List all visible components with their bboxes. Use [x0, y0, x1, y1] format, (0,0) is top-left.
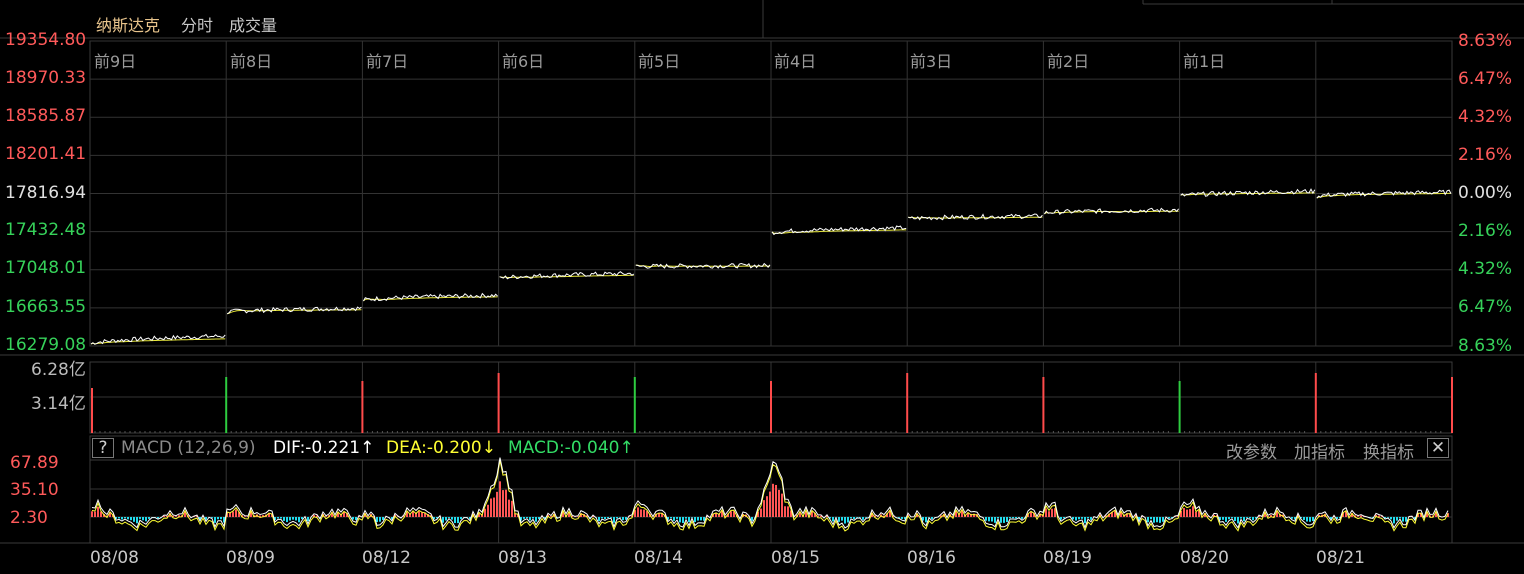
chart-canvas	[0, 0, 1524, 544]
price-tick: 16663.55	[5, 297, 87, 317]
day-label: 前3日	[910, 52, 953, 71]
volume-tick: 3.14亿	[31, 394, 86, 414]
macd-title: MACD (12,26,9)	[121, 438, 256, 458]
macd-chart	[91, 457, 1449, 532]
percent-tick: 2.16%	[1458, 221, 1513, 241]
day-label: 前5日	[638, 52, 681, 71]
date-label: 08/09	[226, 548, 275, 568]
day-label: 前7日	[366, 52, 409, 71]
price-tick: 16279.08	[5, 335, 87, 355]
price-tick: 17048.01	[5, 258, 87, 278]
day-label: 前8日	[230, 52, 273, 71]
date-label: 08/14	[634, 548, 683, 568]
percent-tick: 6.47%	[1458, 69, 1513, 89]
price-axis-left: 19354.80 18970.33 18585.87 18201.41 1781…	[0, 0, 88, 360]
macd-toolbar: ? MACD (12,26,9) DIF:-0.221↑ DEA:-0.200↓…	[90, 436, 1452, 463]
day-label: 前9日	[94, 52, 137, 71]
percent-tick: 4.32%	[1458, 259, 1513, 279]
percent-tick: 8.63%	[1458, 31, 1513, 51]
price-tick: 18585.87	[5, 106, 87, 126]
date-label: 08/08	[90, 548, 139, 568]
day-label: 前6日	[502, 52, 545, 71]
day-label: 前4日	[774, 52, 817, 71]
change-params-button[interactable]: 改参数	[1226, 438, 1277, 463]
date-label: 08/12	[362, 548, 411, 568]
date-label: 08/13	[498, 548, 547, 568]
price-tick: 18201.41	[5, 144, 87, 164]
dif-value: DIF:-0.221↑	[273, 438, 375, 458]
day-label: 前1日	[1183, 52, 1226, 71]
day-label: 前2日	[1047, 52, 1090, 71]
percent-tick: 6.47%	[1458, 297, 1513, 317]
volume-axis: 6.28亿 3.14亿	[0, 355, 90, 435]
macd-tick: 35.10	[10, 480, 59, 500]
price-line	[908, 213, 1043, 221]
percent-tick: 2.16%	[1458, 145, 1513, 165]
macd-tick: 67.89	[10, 453, 59, 473]
switch-indicator-button[interactable]: 换指标	[1363, 438, 1414, 463]
date-label: 08/19	[1043, 548, 1092, 568]
macd-value: MACD:-0.040↑	[508, 438, 634, 458]
percent-tick: 8.63%	[1458, 336, 1513, 356]
close-icon[interactable]: ✕	[1427, 438, 1449, 458]
volume-chart	[91, 373, 1453, 433]
price-tick: 19354.80	[5, 30, 87, 50]
macd-axis: 67.89 35.10 2.30	[0, 450, 90, 530]
avg-line	[363, 296, 498, 302]
volume-tick: 6.28亿	[31, 360, 86, 380]
price-tick: 17432.48	[5, 220, 87, 240]
price-tick: 18970.33	[5, 68, 87, 88]
date-label: 08/20	[1180, 548, 1229, 568]
price-tick: 17816.94	[5, 183, 87, 203]
dea-value: DEA:-0.200↓	[386, 438, 496, 458]
percent-tick: 4.32%	[1458, 107, 1513, 127]
add-indicator-button[interactable]: 加指标	[1294, 438, 1345, 463]
price-line	[1043, 207, 1180, 215]
date-label: 08/15	[771, 548, 820, 568]
percent-axis-right: 8.63% 6.47% 4.32% 2.16% 0.00% 2.16% 4.32…	[1455, 0, 1524, 360]
date-label: 08/16	[907, 548, 956, 568]
percent-tick: 0.00%	[1458, 183, 1513, 203]
date-label: 08/21	[1316, 548, 1365, 568]
help-button[interactable]: ?	[92, 438, 114, 458]
macd-tick: 2.30	[10, 508, 48, 528]
